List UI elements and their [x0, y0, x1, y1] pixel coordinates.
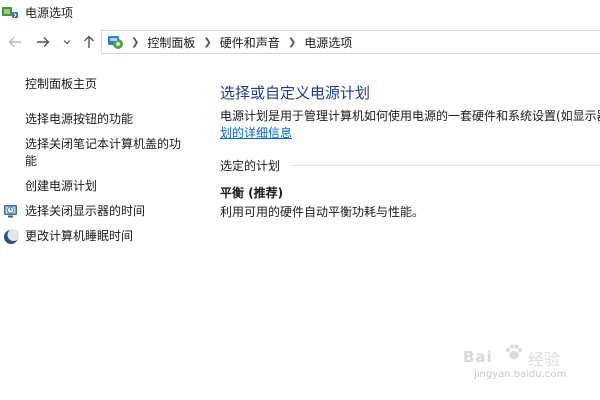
plan-detail: 利用可用的硬件自动平衡功耗与性能。 — [220, 205, 425, 219]
breadcrumb-separator-icon: ❯ — [203, 36, 212, 48]
monitor-clock-icon — [4, 205, 17, 218]
power-options-icon — [2, 7, 18, 18]
window-title: 电源选项 — [25, 6, 74, 20]
details-link[interactable]: 划的详细信息 — [220, 126, 292, 140]
breadcrumb-separator-icon: ❯ — [131, 36, 140, 48]
selected-plan-section: 选定的计划 — [220, 157, 600, 174]
watermark-brand-cn: 经验 — [528, 350, 561, 369]
sidebar-home-link[interactable]: 控制面板主页 — [25, 76, 97, 93]
arrow-right-icon — [37, 37, 50, 47]
back-button[interactable] — [4, 32, 26, 52]
watermark-brand: Bai — [463, 348, 493, 366]
address-bar[interactable]: ❯ 控制面板 ❯ 硬件和声音 ❯ 电源选项 — [101, 30, 600, 54]
up-button[interactable] — [78, 32, 100, 52]
control-panel-icon — [108, 36, 123, 49]
sidebar-lid-close-link[interactable]: 选择关闭笔记本计算机盖的功能 — [25, 136, 185, 170]
chevron-down-icon — [63, 40, 71, 45]
section-divider — [290, 165, 600, 166]
title-bar: 电源选项 — [0, 0, 600, 26]
watermark-site: jingyan.baidu.com — [474, 369, 567, 380]
sidebar-sleep-time-link[interactable]: 更改计算机睡眠时间 — [25, 228, 133, 245]
breadcrumb-control-panel[interactable]: 控制面板 — [147, 34, 195, 51]
paw-icon — [506, 344, 522, 359]
sidebar-power-button-link[interactable]: 选择电源按钮的功能 — [25, 111, 133, 128]
plan-name: 平衡 (推荐) — [220, 186, 284, 200]
breadcrumb-power-options[interactable]: 电源选项 — [304, 34, 352, 51]
plan-description-text: 电源计划是用于管理计算机如何使用电源的一套硬件和系统设置(如显示器 划的详细信息 — [220, 108, 600, 142]
recent-locations-button[interactable] — [59, 32, 75, 52]
breadcrumb-separator-icon: ❯ — [287, 36, 297, 48]
description-text: 电源计划是用于管理计算机如何使用电源的一套硬件和系统设置(如显示器 — [220, 109, 600, 123]
forward-button[interactable] — [32, 32, 54, 52]
sidebar-create-plan-link[interactable]: 创建电源计划 — [25, 178, 97, 195]
section-label: 选定的计划 — [220, 159, 281, 173]
arrow-up-icon — [84, 35, 94, 48]
sidebar-display-off-link[interactable]: 选择关闭显示器的时间 — [25, 203, 145, 220]
page-title: 选择或自定义电源计划 — [220, 84, 371, 102]
arrow-left-icon — [8, 37, 21, 47]
breadcrumb-hardware-sound[interactable]: 硬件和声音 — [220, 34, 280, 51]
moon-icon — [4, 229, 19, 244]
